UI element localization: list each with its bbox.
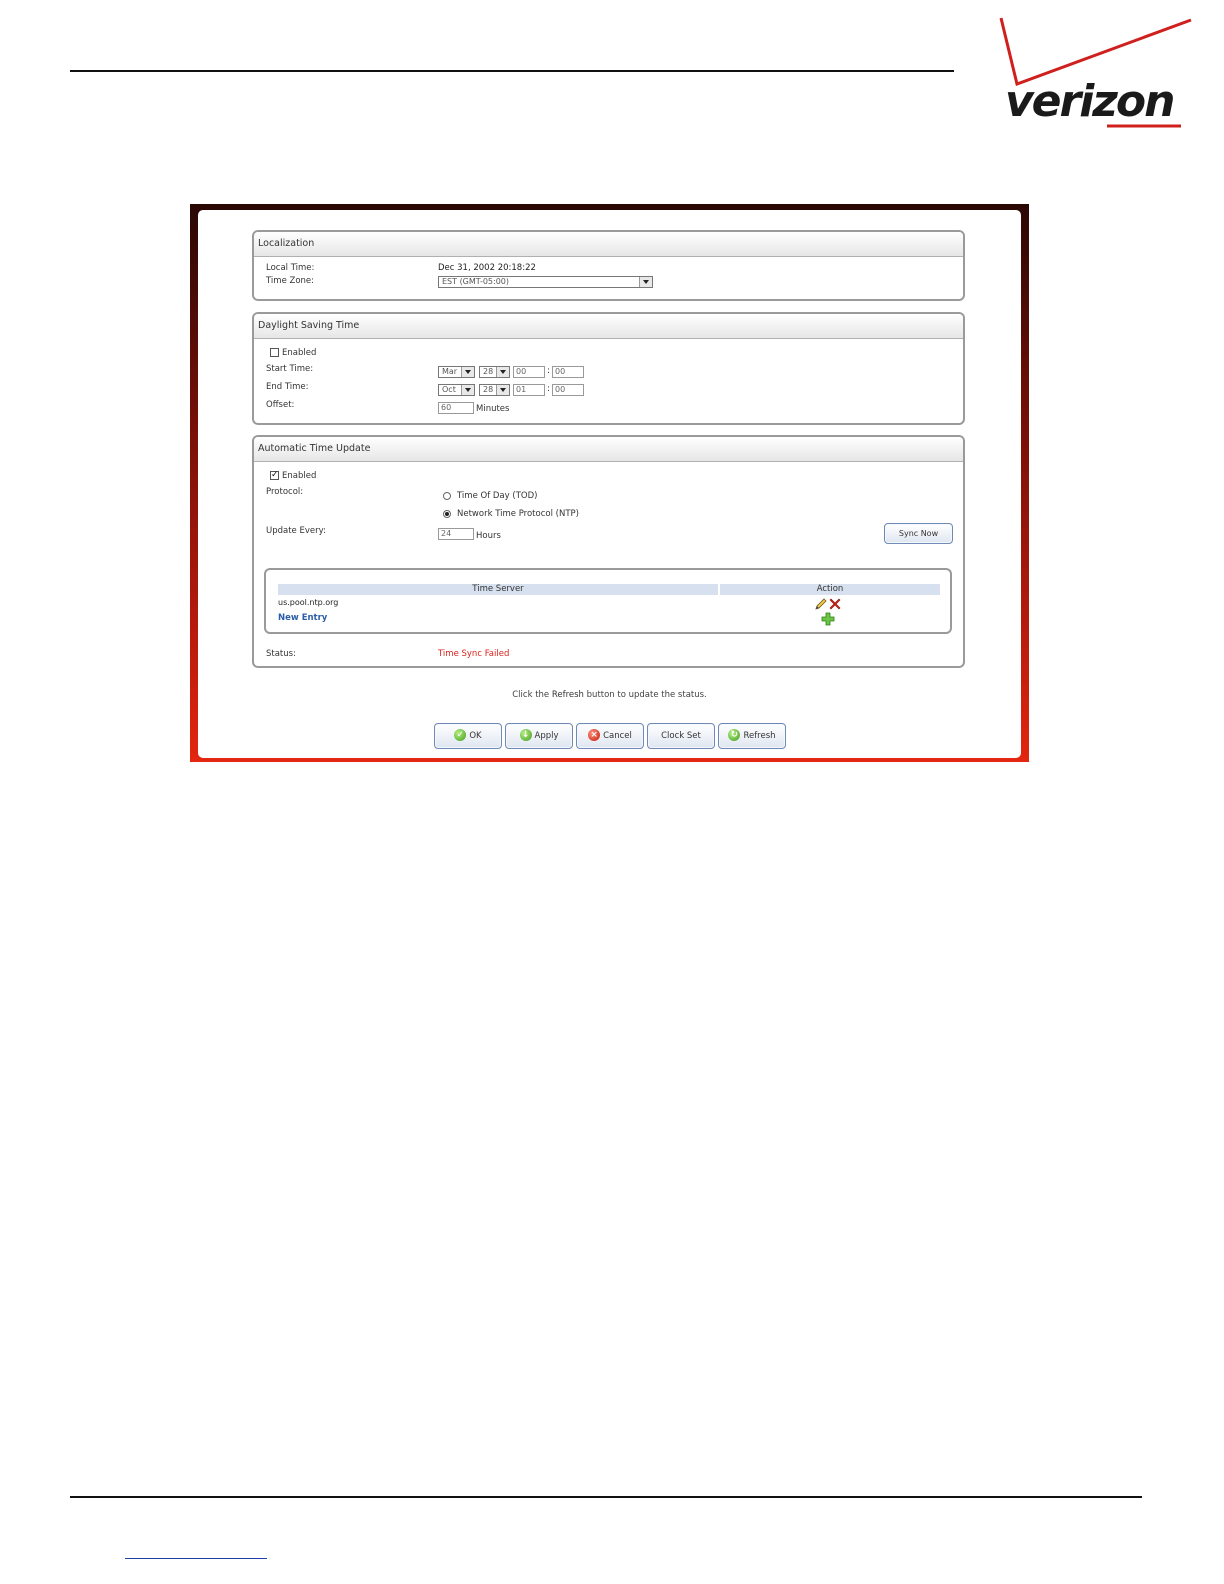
update-every-label: Update Every: [266, 526, 326, 536]
svg-text:verizon: verizon [1005, 76, 1173, 127]
time-zone-select[interactable]: EST (GMT-05:00) [438, 276, 653, 288]
start-hour-input[interactable]: 00 [513, 366, 545, 378]
end-day-select[interactable]: 28 [479, 384, 510, 396]
footer-link-underline[interactable] [125, 1558, 267, 1559]
offset-label: Offset: [266, 400, 295, 410]
protocol-ntp-label: Network Time Protocol (NTP) [457, 509, 579, 519]
screenshot-frame: Localization Local Time: Dec 31, 2002 20… [190, 204, 1029, 762]
status-label: Status: [266, 649, 296, 659]
start-day-value: 28 [483, 367, 494, 376]
end-hour-input[interactable]: 01 [513, 384, 545, 396]
time-separator: : [547, 366, 550, 376]
dst-enabled-label: Enabled [282, 348, 317, 358]
chevron-down-icon [461, 385, 474, 395]
update-every-input[interactable]: 24 [438, 528, 474, 540]
top-rule [70, 70, 954, 72]
protocol-ntp-radio[interactable] [443, 510, 451, 518]
apply-button-label: Apply [534, 731, 559, 741]
offset-input[interactable]: 60 [438, 402, 474, 414]
hint-prefix: Click the [512, 690, 552, 700]
local-time-label: Local Time: [266, 263, 315, 273]
atu-header: Automatic Time Update [254, 437, 963, 462]
start-month-value: Mar [442, 367, 458, 376]
add-icon[interactable] [821, 611, 835, 630]
local-time-value: Dec 31, 2002 20:18:22 [438, 263, 536, 273]
dst-enabled-checkbox[interactable] [270, 348, 279, 357]
end-time-label: End Time: [266, 382, 309, 392]
time-zone-value: EST (GMT-05:00) [442, 277, 509, 286]
ok-button-label: OK [469, 731, 482, 741]
chevron-down-icon [496, 385, 509, 395]
new-entry-link[interactable]: New Entry [278, 613, 327, 623]
end-month-value: Oct [442, 385, 456, 394]
action-column-header: Action [720, 584, 940, 595]
hint-keyword: Refresh [551, 690, 584, 700]
chevron-down-icon [496, 367, 509, 377]
offset-unit: Minutes [476, 404, 510, 414]
dst-header: Daylight Saving Time [254, 314, 963, 339]
dst-section: Daylight Saving Time Enabled Start Time:… [252, 312, 965, 425]
time-server-row: us.pool.ntp.org [278, 598, 339, 607]
cancel-button-label: Cancel [603, 731, 632, 741]
update-every-unit: Hours [476, 531, 501, 541]
sync-now-button[interactable]: Sync Now [884, 523, 953, 544]
end-minute-input[interactable]: 00 [552, 384, 584, 396]
start-day-select[interactable]: 28 [479, 366, 510, 378]
chevron-down-icon [639, 277, 652, 287]
refresh-button-label: Refresh [743, 731, 776, 741]
start-time-label: Start Time: [266, 364, 314, 374]
refresh-button[interactable]: ↻ Refresh [718, 723, 786, 749]
protocol-tod-label: Time Of Day (TOD) [457, 491, 538, 501]
protocol-label: Protocol: [266, 487, 304, 497]
cancel-button[interactable]: × Cancel [576, 723, 644, 749]
clock-set-button[interactable]: Clock Set [647, 723, 715, 749]
time-zone-label: Time Zone: [266, 276, 315, 286]
atu-enabled-checkbox[interactable]: ✓ [270, 471, 279, 480]
time-server-column-header: Time Server [278, 584, 718, 595]
time-server-table: Time Server Action us.pool.ntp.org New E… [264, 568, 952, 634]
localization-header: Localization [254, 232, 963, 257]
hint-suffix: button to update the status. [583, 690, 707, 700]
verizon-logo: verizon [995, 14, 1195, 132]
settings-panel: Localization Local Time: Dec 31, 2002 20… [198, 210, 1021, 758]
start-minute-input[interactable]: 00 [552, 366, 584, 378]
ok-button[interactable]: ✓ OK [434, 723, 502, 749]
protocol-tod-radio[interactable] [443, 492, 451, 500]
apply-icon: ↓ [519, 728, 532, 741]
chevron-down-icon [461, 367, 474, 377]
refresh-icon: ↻ [728, 728, 741, 741]
cancel-icon: × [588, 728, 601, 741]
bottom-rule [70, 1496, 1142, 1498]
status-value: Time Sync Failed [438, 649, 510, 659]
end-day-value: 28 [483, 385, 494, 394]
clock-set-button-label: Clock Set [661, 731, 701, 741]
apply-button[interactable]: ↓ Apply [505, 723, 573, 749]
time-separator: : [547, 384, 550, 394]
refresh-hint: Click the Refresh button to update the s… [198, 690, 1021, 700]
check-icon: ✓ [454, 728, 467, 741]
end-month-select[interactable]: Oct [438, 384, 475, 396]
localization-section: Localization Local Time: Dec 31, 2002 20… [252, 230, 965, 301]
atu-enabled-label: Enabled [282, 471, 317, 481]
start-month-select[interactable]: Mar [438, 366, 475, 378]
